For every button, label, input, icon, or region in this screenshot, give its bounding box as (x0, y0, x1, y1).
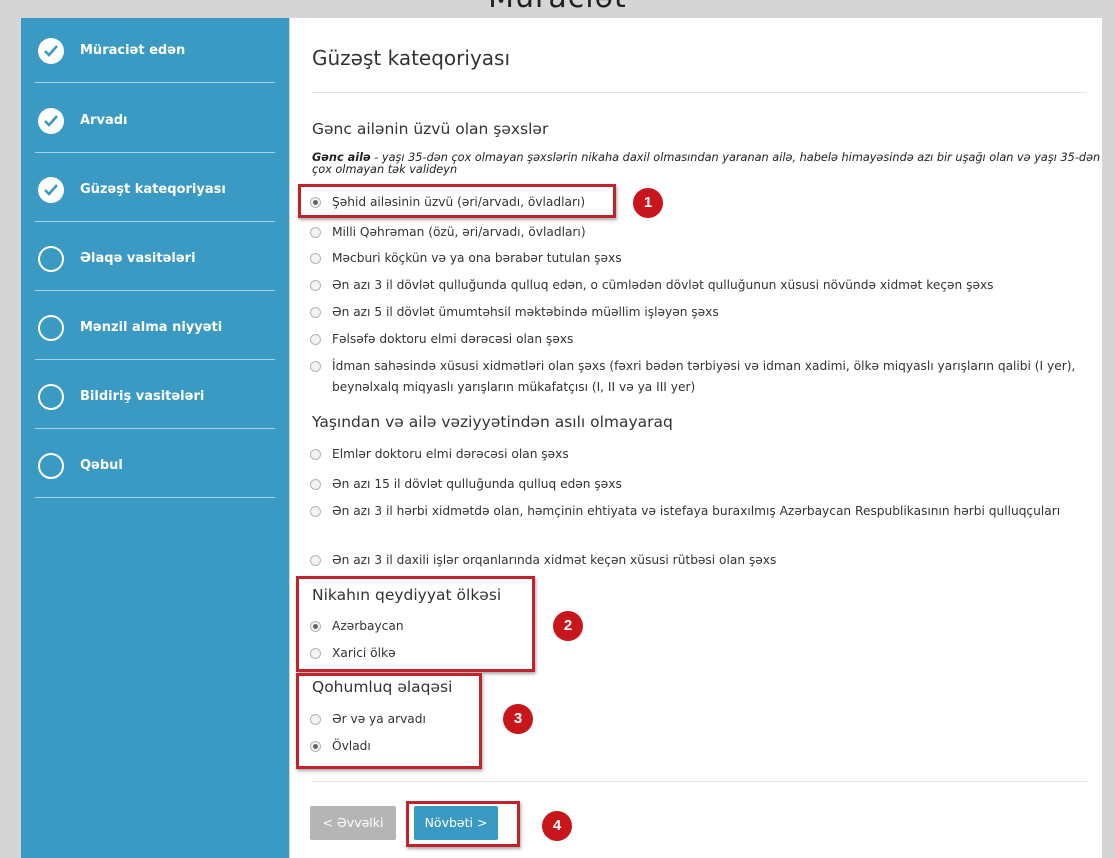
radio-button[interactable] (310, 227, 321, 238)
sidebar-step-notification[interactable]: Bildiriş vasitələri (35, 384, 275, 429)
sidebar-step-label: Arvadı (80, 113, 128, 128)
radio-button[interactable] (310, 253, 321, 264)
page-title: Müraciət (0, 0, 1115, 15)
radio-button[interactable] (310, 334, 321, 345)
radio-label: Ən azı 5 il dövlət ümumtəhsil məktəbində… (332, 305, 719, 319)
sidebar-step-label: Mənzil alma niyyəti (80, 320, 223, 335)
radio-option[interactable]: Ən azı 15 il dövlət qulluğunda qulluq ed… (310, 474, 622, 495)
highlight-box-1 (298, 184, 616, 218)
radio-option[interactable]: Elmlər doktoru elmi dərəcəsi olan şəxs (310, 444, 569, 465)
check-icon (38, 38, 64, 64)
radio-option[interactable]: İdman sahəsində xüsusi xidmətləri olan ş… (310, 356, 1095, 398)
radio-label: İdman sahəsində xüsusi xidmətləri olan ş… (332, 359, 1076, 394)
sidebar-step-contact[interactable]: Əlaqə vasitələri (35, 246, 275, 291)
highlight-box-4 (406, 801, 520, 847)
radio-button[interactable] (310, 449, 321, 460)
radio-option[interactable]: Ən azı 3 il dövlət qulluğunda qulluq edə… (310, 275, 994, 296)
panel-title: Güzəşt kateqoriyası (312, 46, 511, 70)
previous-button[interactable]: < Əvvəlki (310, 806, 396, 840)
radio-label: Ən azı 3 il dövlət qulluğunda qulluq edə… (332, 278, 994, 292)
radio-button[interactable] (310, 361, 321, 372)
empty-circle-icon (38, 315, 64, 341)
sidebar-step-applicant[interactable]: Müraciət edən (35, 38, 275, 83)
step-badge-2: 2 (553, 611, 583, 641)
radio-button[interactable] (310, 479, 321, 490)
sidebar-step-category[interactable]: Güzəşt kateqoriyası (35, 177, 275, 222)
sidebar-step-housing[interactable]: Mənzil alma niyyəti (35, 315, 275, 360)
section-heading-young-family: Gənc ailənin üzvü olan şəxslər (312, 120, 549, 138)
radio-label: Elmlər doktoru elmi dərəcəsi olan şəxs (332, 447, 569, 461)
radio-option[interactable]: Milli Qəhrəman (özü, əri/arvadı, övladla… (310, 222, 586, 243)
radio-option[interactable]: Ən azı 5 il dövlət ümumtəhsil məktəbində… (310, 302, 719, 323)
radio-label: Ən azı 15 il dövlət qulluğunda qulluq ed… (332, 477, 622, 491)
sidebar-step-label: Güzəşt kateqoriyası (80, 182, 226, 197)
check-icon (38, 177, 64, 203)
empty-circle-icon (38, 246, 64, 272)
radio-option[interactable]: Fəlsəfə doktoru elmi dərəcəsi olan şəxs (310, 329, 573, 350)
sidebar-step-label: Əlaqə vasitələri (80, 251, 196, 266)
step-badge-3: 3 (503, 704, 533, 734)
radio-label: Ən azı 3 il daxili işlər orqanlarında xi… (332, 553, 777, 567)
section-heading-regardless: Yaşından və ailə vəziyyətindən asılı olm… (312, 413, 673, 431)
divider (312, 781, 1087, 782)
note-text: - yaşı 35-dən çox olmayan şəxslərin nika… (312, 151, 1101, 176)
radio-label: Fəlsəfə doktoru elmi dərəcəsi olan şəxs (332, 332, 574, 346)
radio-option[interactable]: Ən azı 3 il hərbi xidmətdə olan, həmçini… (310, 501, 1070, 522)
highlight-box-2 (296, 576, 535, 672)
step-badge-1: 1 (633, 188, 663, 218)
radio-label: Ən azı 3 il hərbi xidmətdə olan, həmçini… (332, 504, 1061, 518)
radio-label: Milli Qəhrəman (özü, əri/arvadı, övladla… (332, 225, 586, 239)
wizard-sidebar: Müraciət edən Arvadı Güzəşt kateqoriyası… (21, 18, 289, 858)
sidebar-step-label: Qəbul (80, 458, 123, 473)
sidebar-step-label: Müraciət edən (80, 43, 186, 58)
radio-button[interactable] (310, 555, 321, 566)
check-icon (38, 108, 64, 134)
step-badge-4: 4 (542, 811, 572, 841)
radio-option[interactable]: Ən azı 3 il daxili işlər orqanlarında xi… (310, 550, 776, 571)
young-family-note: Gənc ailə - yaşı 35-dən çox olmayan şəxs… (312, 152, 1102, 176)
sidebar-step-label: Bildiriş vasitələri (80, 389, 205, 404)
radio-option[interactable]: Məcburi köçkün və ya ona bərabər tutulan… (310, 248, 622, 269)
empty-circle-icon (38, 453, 64, 479)
radio-button[interactable] (310, 506, 321, 517)
sidebar-step-wife[interactable]: Arvadı (35, 108, 275, 153)
divider (312, 92, 1087, 93)
radio-label: Məcburi köçkün və ya ona bərabər tutulan… (332, 251, 622, 265)
empty-circle-icon (38, 384, 64, 410)
radio-button[interactable] (310, 307, 321, 318)
sidebar-step-acceptance[interactable]: Qəbul (35, 453, 275, 498)
highlight-box-3 (296, 673, 482, 769)
radio-button[interactable] (310, 280, 321, 291)
